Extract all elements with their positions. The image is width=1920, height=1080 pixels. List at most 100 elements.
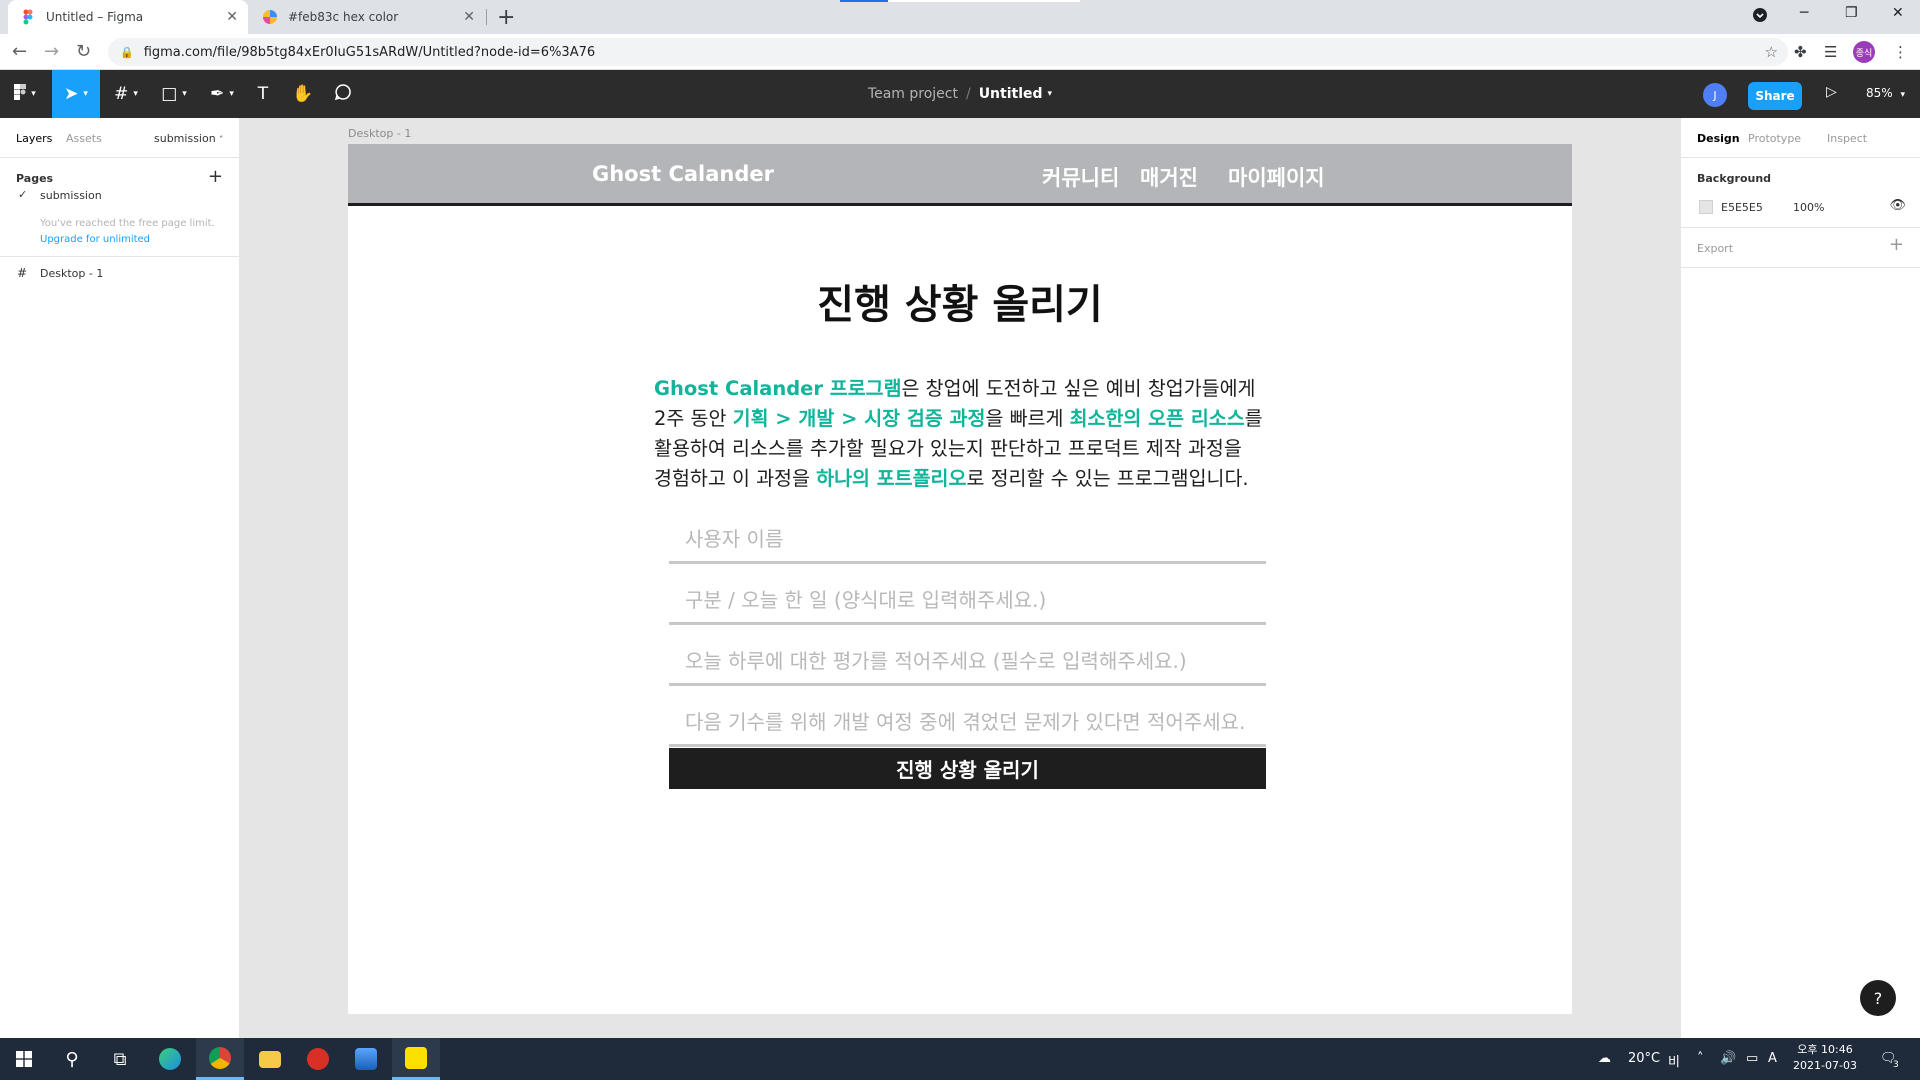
chevron-up-icon[interactable]: ˄ (1697, 1051, 1704, 1066)
edge-browser-icon[interactable] (146, 1038, 194, 1080)
figma-favicon-icon (20, 9, 36, 25)
intro-text: 은 창업에 도전하고 싶은 예비 창업가들에게 (901, 377, 1256, 400)
move-tool-button[interactable]: ➤ ▾ (52, 70, 100, 118)
tab-design[interactable]: Design (1697, 132, 1740, 145)
weather-desc[interactable]: 비 (1668, 1051, 1680, 1070)
search-icon[interactable]: ⚲ (48, 1038, 96, 1080)
export-label: Export (1697, 242, 1734, 255)
add-export-icon[interactable]: + (1889, 234, 1904, 255)
minimize-icon[interactable]: ─ (1800, 5, 1808, 21)
intro-text: 로 정리할 수 있는 프로그램입니다. (966, 467, 1249, 490)
frame-tool-button[interactable]: # ▾ (104, 70, 148, 118)
tab-separator (486, 9, 487, 25)
present-play-icon[interactable]: ▷ (1826, 84, 1837, 100)
figma-canvas[interactable]: Desktop - 1 Ghost Calander 커뮤니티 매거진 마이페이… (240, 118, 1680, 1038)
tab-inspect[interactable]: Inspect (1827, 132, 1867, 145)
site-logo[interactable]: Ghost Calander (592, 162, 774, 186)
background-opacity[interactable]: 100% (1793, 201, 1824, 214)
upgrade-link[interactable]: Upgrade for unlimited (0, 232, 239, 248)
ime-indicator[interactable]: A (1768, 1051, 1777, 1066)
issues-field[interactable] (669, 699, 1266, 747)
today-work-input[interactable] (669, 577, 1266, 622)
file-name[interactable]: Untitled (979, 86, 1043, 102)
profile-avatar[interactable]: 종식 (1853, 41, 1875, 63)
eye-visibility-icon[interactable]: 👁 (1889, 198, 1906, 213)
zoom-dropdown[interactable]: 85% ▾ (1866, 86, 1905, 100)
photos-app-icon[interactable] (342, 1038, 390, 1080)
page-selector[interactable]: submission ˄ (154, 132, 223, 145)
browser-menu-icon[interactable]: ⋮ (1893, 43, 1908, 61)
new-tab-button[interactable]: + (497, 5, 515, 30)
weather-rain-icon[interactable]: ☁ (1598, 1051, 1611, 1066)
share-button[interactable]: Share (1748, 82, 1802, 110)
network-icon[interactable]: ▭ (1746, 1051, 1758, 1066)
windows-start-icon[interactable] (0, 1038, 48, 1080)
forward-icon[interactable]: → (44, 41, 59, 62)
layer-name: Desktop - 1 (40, 267, 104, 280)
right-panel-tabs: Design Prototype Inspect (1681, 118, 1920, 158)
tab-title: #feb83c hex color (288, 10, 399, 24)
breadcrumb-project[interactable]: Team project (868, 86, 958, 102)
reload-icon[interactable]: ↻ (76, 41, 91, 62)
speaker-icon[interactable]: 🔊 (1720, 1051, 1736, 1066)
file-explorer-icon[interactable] (246, 1038, 294, 1080)
figma-main-menu-button[interactable]: ▾ (0, 70, 50, 118)
kakaotalk-app-icon[interactable] (392, 1038, 440, 1080)
back-icon[interactable]: ← (12, 41, 27, 62)
shape-tool-button[interactable]: □ ▾ (152, 70, 196, 118)
username-input[interactable] (669, 516, 1266, 561)
user-avatar[interactable]: J (1703, 83, 1727, 107)
tab-assets[interactable]: Assets (66, 132, 102, 145)
chevron-down-icon[interactable]: ▾ (1048, 89, 1053, 99)
background-color-swatch[interactable] (1699, 200, 1713, 214)
tab-loading-track (888, 0, 1080, 2)
background-hex[interactable]: E5E5E5 (1721, 201, 1763, 214)
help-button[interactable]: ? (1860, 980, 1896, 1016)
address-bar[interactable]: 🔒 figma.com/file/98b5tg84xEr0IuG51sARdW/… (108, 38, 1788, 66)
lock-icon[interactable]: 🔒 (120, 46, 134, 59)
extensions-puzzle-icon[interactable]: ✤ (1794, 43, 1807, 61)
system-clock[interactable]: 오후 10:46 2021-07-03 (1790, 1042, 1860, 1074)
intro-text: 를 (1244, 407, 1263, 430)
chrome-app-icon[interactable] (196, 1038, 244, 1080)
page-item[interactable]: ✓ submission (0, 186, 239, 206)
text-tool-button[interactable]: T (248, 70, 278, 118)
hand-tool-button[interactable]: ✋ (288, 70, 318, 118)
submit-progress-button[interactable]: 진행 상황 올리기 (669, 748, 1266, 789)
daily-review-field[interactable] (669, 638, 1266, 686)
tab-layers[interactable]: Layers (16, 132, 52, 145)
close-tab-icon[interactable]: ✕ (226, 9, 238, 25)
daily-review-input[interactable] (669, 638, 1266, 683)
browser-tab-figma[interactable]: Untitled – Figma ✕ (8, 0, 248, 34)
browser-tab-hex-color[interactable]: #feb83c hex color ✕ (250, 0, 485, 34)
nav-link-mypage[interactable]: 마이페이지 (1228, 162, 1325, 192)
site-header: Ghost Calander 커뮤니티 매거진 마이페이지 (348, 144, 1572, 206)
nav-link-community[interactable]: 커뮤니티 (1042, 162, 1119, 192)
chrome-profile-app-icon[interactable] (294, 1038, 342, 1080)
pages-label: Pages (16, 172, 54, 185)
issues-input[interactable] (669, 699, 1266, 744)
bookmark-star-icon[interactable]: ☆ (1765, 43, 1778, 61)
desktop-frame[interactable]: Ghost Calander 커뮤니티 매거진 마이페이지 진행 상황 올리기 … (348, 144, 1572, 1014)
today-work-field[interactable] (669, 577, 1266, 625)
weather-temp[interactable]: 20°C (1628, 1051, 1660, 1066)
media-queue-icon[interactable]: ☰ (1824, 43, 1837, 61)
pen-tool-button[interactable]: ✒ ▾ (200, 70, 244, 118)
layer-item[interactable]: # Desktop - 1 (0, 257, 239, 289)
add-page-icon[interactable]: + (208, 166, 223, 187)
restore-icon[interactable]: ❐ (1845, 5, 1858, 21)
chevron-down-icon: ▾ (229, 89, 234, 99)
url-text: figma.com/file/98b5tg84xEr0IuG51sARdW/Un… (143, 44, 596, 60)
nav-link-magazine[interactable]: 매거진 (1140, 162, 1198, 192)
intro-highlight: 기획 > 개발 > 시장 검증 과정 (732, 407, 986, 430)
username-field[interactable] (669, 516, 1266, 564)
task-view-icon[interactable]: ⧉ (96, 1038, 144, 1080)
close-tab-icon[interactable]: ✕ (463, 9, 475, 25)
close-window-icon[interactable]: ✕ (1892, 5, 1904, 21)
intro-highlight: 최소한의 오픈 리소스 (1069, 407, 1245, 430)
tab-search-icon[interactable] (1753, 8, 1767, 26)
frame-label[interactable]: Desktop - 1 (348, 127, 411, 140)
comment-tool-button[interactable] (328, 70, 358, 118)
tab-prototype[interactable]: Prototype (1748, 132, 1801, 145)
chevron-down-icon: ▾ (31, 89, 36, 99)
